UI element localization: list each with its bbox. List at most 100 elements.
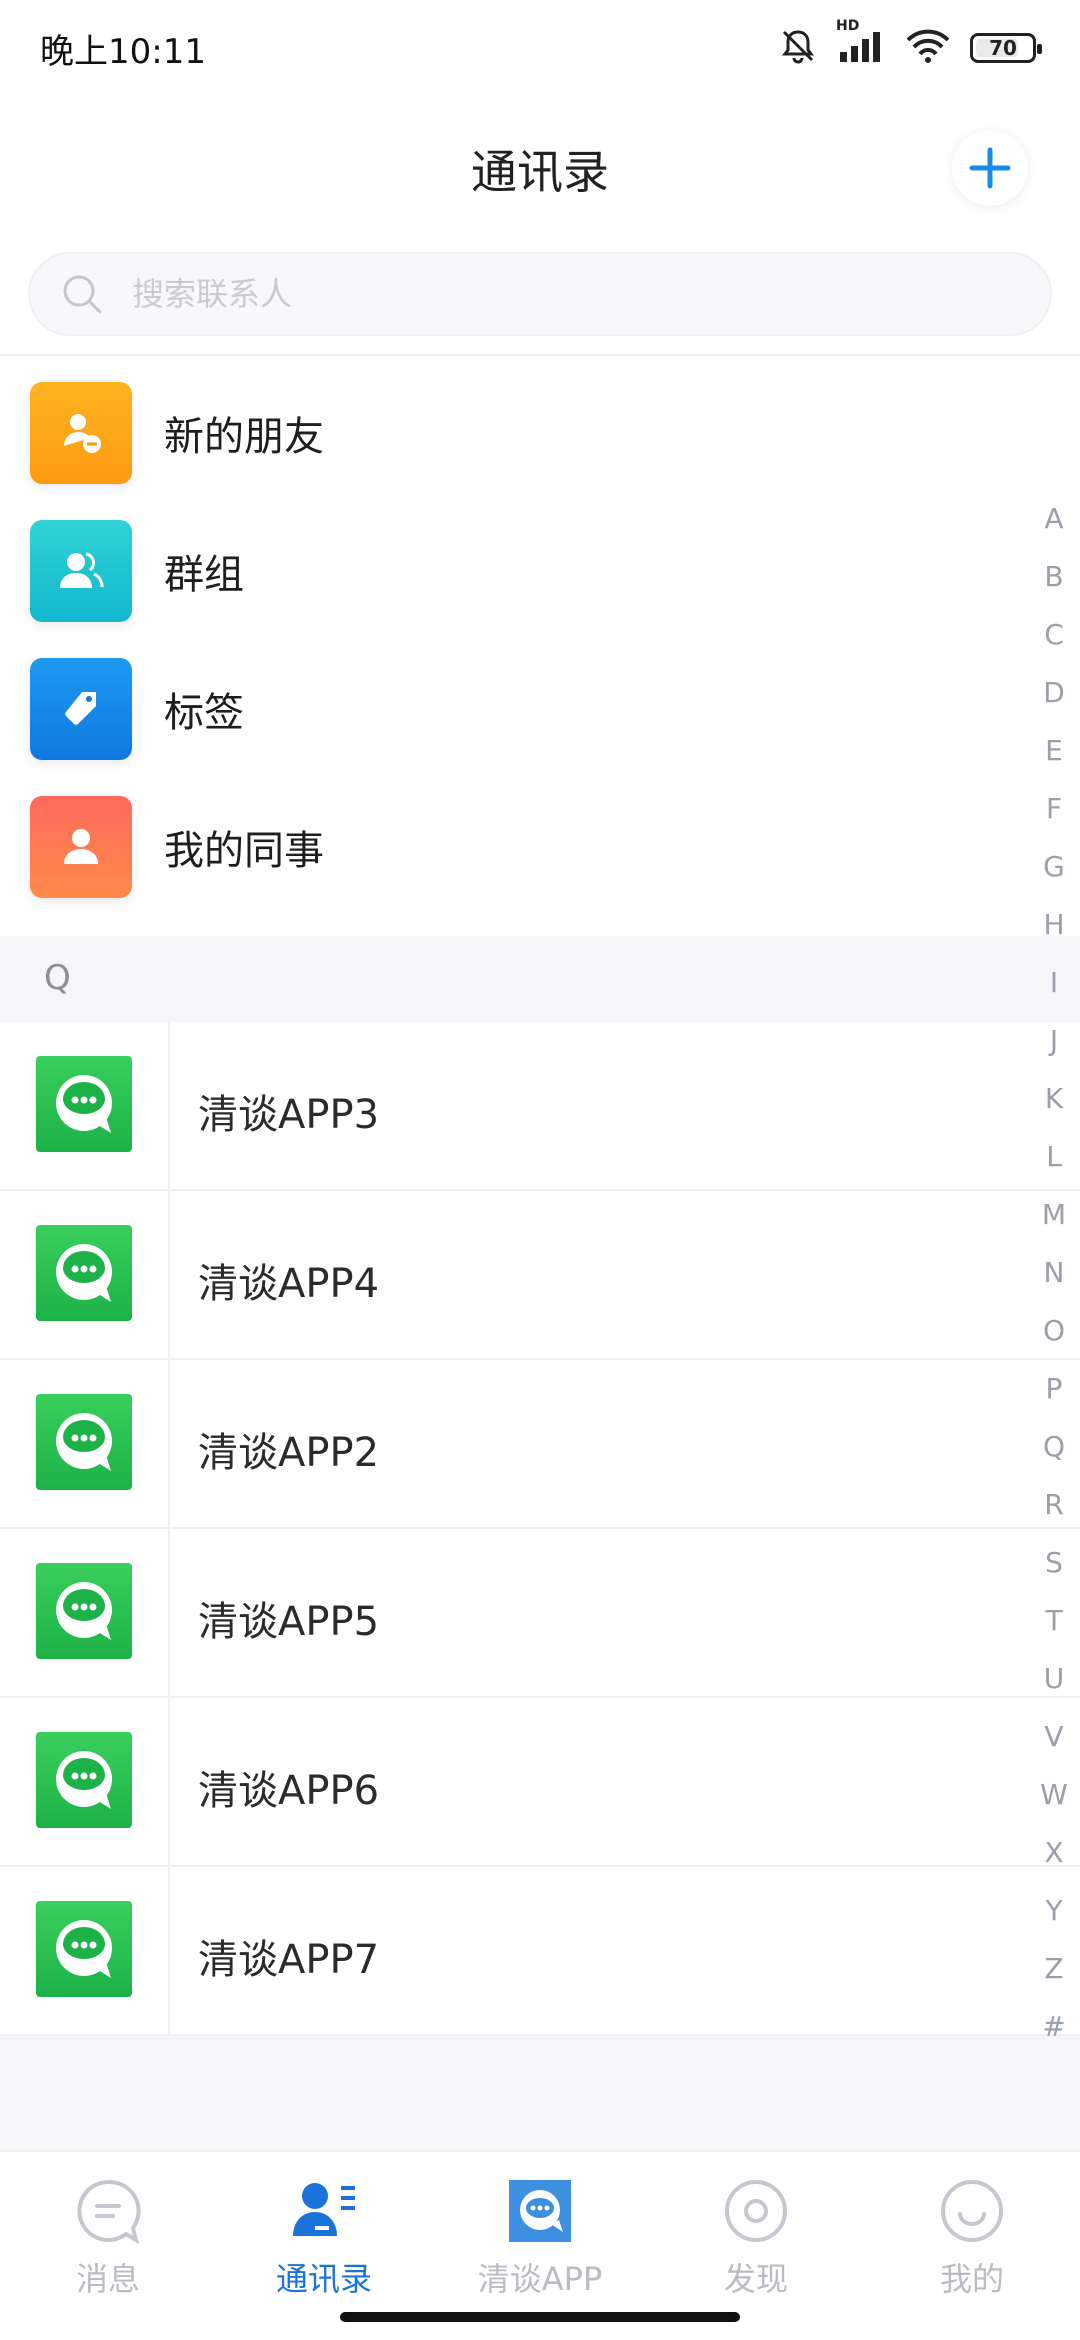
chat-bubble-icon: [56, 1413, 112, 1471]
index-letter-m[interactable]: M: [1028, 1186, 1080, 1244]
index-letter-q[interactable]: Q: [1028, 1418, 1080, 1476]
avatar: [36, 1056, 132, 1152]
status-time: 晚上10:11: [40, 32, 206, 72]
contacts-screen: 晚上10:11 HD 70 通讯录 搜索联系人 新的朋友 群组 标签 我的同事 …: [0, 0, 1080, 2340]
index-letter-d[interactable]: D: [1028, 664, 1080, 722]
avatar: [36, 1394, 132, 1490]
contact-name: 清谈APP5: [198, 1599, 380, 1645]
index-letter-t[interactable]: T: [1028, 1592, 1080, 1650]
index-letter-z[interactable]: Z: [1028, 1940, 1080, 1998]
contacts-icon: [289, 2176, 359, 2246]
contact-name: 清谈APP2: [198, 1430, 380, 1476]
feature-item-new-friends[interactable]: 新的朋友: [0, 364, 1080, 502]
page-title: 通讯录: [471, 145, 609, 199]
index-letter-o[interactable]: O: [1028, 1302, 1080, 1360]
index-letter-x[interactable]: X: [1028, 1824, 1080, 1882]
index-letter-l[interactable]: L: [1028, 1128, 1080, 1186]
tab-messages[interactable]: 消息: [0, 2164, 216, 2314]
chat-bubble-icon: [56, 1751, 112, 1809]
contact-name: 清谈APP3: [198, 1092, 380, 1138]
list-item[interactable]: 清谈APP4: [0, 1191, 1080, 1360]
list-item[interactable]: 清谈APP5: [0, 1529, 1080, 1698]
list-item[interactable]: 清谈APP7: [0, 1867, 1080, 2036]
avatar: [36, 1563, 132, 1659]
search-input[interactable]: [132, 275, 932, 313]
contact-list: 清谈APP3 清谈APP4 清谈APP2 清谈APP5 清谈APP6 清谈APP…: [0, 1022, 1080, 2036]
chat-bubble-icon: [56, 1920, 112, 1978]
feature-item-groups[interactable]: 群组: [0, 502, 1080, 640]
app-icon: [505, 2176, 575, 2246]
tab-label: 通讯录: [275, 2260, 372, 2298]
index-letter-k[interactable]: K: [1028, 1070, 1080, 1128]
index-letter-n[interactable]: N: [1028, 1244, 1080, 1302]
feature-label: 我的同事: [164, 828, 324, 874]
message-icon: [73, 2176, 143, 2246]
tab-label: 我的: [939, 2260, 1004, 2298]
section-header: Q: [0, 936, 1080, 1022]
index-letter-b[interactable]: B: [1028, 548, 1080, 606]
index-letter-f[interactable]: F: [1028, 780, 1080, 838]
tab-label: 清谈APP: [477, 2260, 603, 2298]
feature-item-colleagues[interactable]: 我的同事: [0, 778, 1080, 916]
contact-name: 清谈APP7: [198, 1937, 380, 1983]
discover-icon: [721, 2176, 791, 2246]
list-item[interactable]: 清谈APP3: [0, 1022, 1080, 1191]
tab-profile[interactable]: 我的: [864, 2164, 1080, 2314]
index-letter-c[interactable]: C: [1028, 606, 1080, 664]
group-icon: [30, 520, 132, 622]
bell-muted-icon: [778, 26, 818, 70]
contact-name: 清谈APP6: [198, 1768, 380, 1814]
index-letter-y[interactable]: Y: [1028, 1882, 1080, 1940]
feature-item-tags[interactable]: 标签: [0, 640, 1080, 778]
status-icons: HD 70: [778, 18, 1042, 70]
index-letter-g[interactable]: G: [1028, 838, 1080, 896]
index-letter-s[interactable]: S: [1028, 1534, 1080, 1592]
hd-label: HD: [836, 18, 860, 34]
contact-name: 清谈APP4: [198, 1261, 380, 1307]
index-letter-u[interactable]: U: [1028, 1650, 1080, 1708]
tab-label: 消息: [75, 2260, 140, 2298]
index-letter-r[interactable]: R: [1028, 1476, 1080, 1534]
index-letter-p[interactable]: P: [1028, 1360, 1080, 1418]
feature-label: 标签: [164, 690, 244, 736]
index-letter-hash[interactable]: #: [1028, 1998, 1080, 2056]
profile-icon: [937, 2176, 1007, 2246]
tab-contacts[interactable]: 通讯录: [216, 2164, 432, 2314]
index-letter-e[interactable]: E: [1028, 722, 1080, 780]
tab-app[interactable]: 清谈APP: [432, 2164, 648, 2314]
section-letter: Q: [44, 958, 71, 998]
feature-label: 群组: [164, 552, 244, 598]
plus-icon: [969, 147, 1011, 189]
add-contact-button[interactable]: [952, 130, 1028, 206]
list-item[interactable]: 清谈APP2: [0, 1360, 1080, 1529]
colleague-icon: [30, 796, 132, 898]
search-icon: [63, 275, 102, 314]
index-letter-j[interactable]: J: [1028, 1012, 1080, 1070]
alphabet-index[interactable]: A B C D E F G H I J K L M N O P Q R S T …: [1028, 490, 1080, 2056]
battery-icon: 70: [970, 33, 1042, 63]
tag-icon: [30, 658, 132, 760]
chat-bubble-icon: [56, 1075, 112, 1133]
index-letter-w[interactable]: W: [1028, 1766, 1080, 1824]
bottom-tab-bar: 消息 通讯录 清谈APP 发现 我的: [0, 2150, 1080, 2340]
index-letter-a[interactable]: A: [1028, 490, 1080, 548]
index-letter-h[interactable]: H: [1028, 896, 1080, 954]
search-bar: [0, 236, 1080, 356]
index-letter-i[interactable]: I: [1028, 954, 1080, 1012]
chat-bubble-icon: [56, 1582, 112, 1640]
avatar: [36, 1901, 132, 1997]
status-bar: 晚上10:11 HD 70: [0, 0, 1080, 96]
signal-icon: HD: [836, 18, 886, 70]
home-indicator[interactable]: [340, 2312, 740, 2322]
tab-discover[interactable]: 发现: [648, 2164, 864, 2314]
avatar: [36, 1225, 132, 1321]
search-box[interactable]: [28, 252, 1052, 336]
list-item[interactable]: 清谈APP6: [0, 1698, 1080, 1867]
avatar: [36, 1732, 132, 1828]
app-header: 通讯录: [0, 96, 1080, 236]
chat-bubble-icon: [56, 1244, 112, 1302]
battery-level: 70: [989, 36, 1017, 60]
feature-label: 新的朋友: [164, 414, 324, 460]
wifi-icon: [904, 26, 952, 70]
index-letter-v[interactable]: V: [1028, 1708, 1080, 1766]
